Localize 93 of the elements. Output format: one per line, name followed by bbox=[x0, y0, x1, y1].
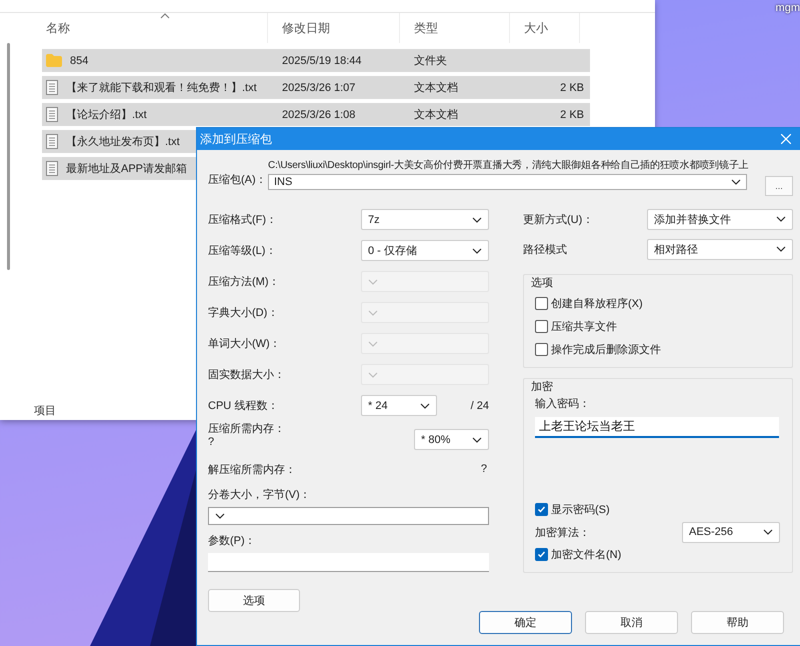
file-type: 文件夹 bbox=[413, 54, 448, 68]
column-header[interactable]: 修改日期 bbox=[268, 13, 400, 43]
dropdown[interactable]: * 24 bbox=[361, 395, 437, 416]
dialog-title: 添加到压缩包 bbox=[200, 130, 272, 148]
checkbox[interactable] bbox=[535, 343, 548, 356]
document-icon bbox=[46, 80, 58, 95]
field-label: 单词大小(W)： bbox=[208, 337, 282, 351]
checkbox-label: 创建自释放程序(X) bbox=[551, 296, 643, 311]
password-field[interactable]: 上老王论坛当老王 bbox=[535, 417, 779, 438]
chevron-icon bbox=[776, 216, 786, 222]
archive-path: C:\Users\liuxi\Desktop\insgirl-大美女高价付费开票直播大秀，清纯大眼御姐各种给自己插的狂喷水都喷到镜子上 bbox=[268, 158, 750, 172]
file-name: 854 bbox=[69, 54, 88, 66]
memory-value: ? bbox=[208, 436, 216, 448]
chevron-icon bbox=[472, 216, 482, 222]
file-name: 【永久地址发布页】.txt bbox=[65, 134, 180, 149]
checkbox-label: 加密文件名(N) bbox=[551, 548, 622, 562]
field-label: 压缩格式(F)： bbox=[208, 212, 278, 227]
file-type: 文本文档 bbox=[413, 80, 459, 95]
dropdown[interactable]: 0 - 仅存储 bbox=[361, 240, 489, 261]
chevron-icon bbox=[368, 340, 378, 346]
dialog-button[interactable]: 帮助 bbox=[691, 611, 784, 634]
dialog-button[interactable]: 取消 bbox=[585, 611, 678, 634]
archive-name-combobox[interactable]: INS bbox=[268, 174, 747, 190]
chevron-icon bbox=[368, 372, 378, 378]
file-date: 2025/3/26 1:08 bbox=[281, 108, 356, 120]
field-label: 更新方式(U)： bbox=[523, 212, 594, 226]
checkbox[interactable] bbox=[535, 320, 548, 333]
document-icon bbox=[46, 161, 58, 176]
volume-size-dropdown[interactable] bbox=[208, 507, 489, 525]
checkbox[interactable] bbox=[535, 503, 548, 516]
chevron-icon bbox=[472, 248, 482, 254]
options-button[interactable]: 选项 bbox=[208, 589, 300, 612]
chevron-icon bbox=[368, 278, 378, 284]
browse-button[interactable]: ... bbox=[765, 176, 793, 196]
document-icon bbox=[46, 107, 58, 122]
file-name: 【来了就能下载和观看！纯免费！】.txt bbox=[65, 80, 257, 95]
scrollbar[interactable] bbox=[7, 43, 10, 270]
field-label: 解压缩所需内存： bbox=[208, 462, 296, 476]
chevron-icon bbox=[776, 246, 786, 252]
dropdown[interactable]: AES-256 bbox=[682, 522, 780, 542]
field-label: 路径模式 bbox=[523, 242, 568, 256]
file-row[interactable]: 854 2025/5/19 18:44 文件夹 bbox=[42, 49, 590, 72]
chevron-icon bbox=[215, 513, 225, 519]
field-label: 固实数据大小： bbox=[208, 368, 286, 382]
dropdown[interactable]: * 80% bbox=[414, 429, 489, 450]
file-type: 文本文档 bbox=[413, 108, 459, 122]
field-label: 压缩所需内存： bbox=[208, 422, 286, 436]
field-label: CPU 线程数： bbox=[208, 399, 280, 413]
column-header[interactable]: 名称 bbox=[32, 13, 268, 43]
column-header[interactable]: 大小 bbox=[510, 13, 580, 43]
field-label: 分卷大小，字节(V)： bbox=[208, 488, 312, 502]
thread-count: / 24 bbox=[470, 400, 489, 412]
chevron-icon bbox=[420, 402, 430, 408]
dialog-button[interactable]: 确定 bbox=[479, 611, 572, 634]
chevron-icon bbox=[763, 529, 773, 535]
file-date: 2025/5/19 18:44 bbox=[281, 54, 363, 66]
field-label: 输入密码： bbox=[535, 396, 591, 411]
file-row[interactable]: 【来了就能下载和观看！纯免费！】.txt 2025/3/26 1:07 文本文档 2 KB bbox=[42, 76, 590, 99]
group-title: 选项 bbox=[531, 276, 554, 290]
sort-caret-icon bbox=[160, 13, 170, 19]
file-name: 最新地址及APP请发邮箱 bbox=[65, 162, 188, 176]
file-name: 【论坛介绍】.txt bbox=[65, 108, 147, 122]
checkbox[interactable] bbox=[535, 548, 548, 561]
file-row[interactable]: 【论坛介绍】.txt 2025/3/26 1:08 文本文档 2 KB bbox=[42, 103, 590, 126]
checkmark-icon bbox=[537, 550, 546, 559]
dropdown[interactable]: 7z bbox=[361, 209, 489, 230]
checkbox[interactable] bbox=[535, 297, 548, 310]
file-size: 2 KB bbox=[559, 82, 585, 94]
column-header[interactable]: 类型 bbox=[400, 13, 510, 43]
checkmark-icon bbox=[537, 505, 546, 514]
document-icon bbox=[46, 134, 58, 149]
parameters-field[interactable] bbox=[208, 553, 489, 572]
checkbox-label: 操作完成后删除源文件 bbox=[551, 342, 661, 357]
field-label: 参数(P)： bbox=[208, 534, 257, 548]
field-label: 字典大小(D)： bbox=[208, 306, 280, 320]
field-label: 压缩等级(L)： bbox=[208, 244, 278, 258]
field-label: 加密算法： bbox=[535, 526, 590, 540]
dropdown[interactable]: 添加并替换文件 bbox=[647, 208, 793, 230]
close-icon[interactable] bbox=[781, 134, 791, 144]
file-date: 2025/3/26 1:07 bbox=[281, 82, 356, 94]
file-size: 2 KB bbox=[559, 108, 585, 120]
group-title: 加密 bbox=[531, 380, 554, 394]
field-label: 压缩包(A)： bbox=[208, 172, 264, 188]
checkbox-label: 压缩共享文件 bbox=[551, 320, 617, 334]
chevron-icon bbox=[472, 436, 482, 442]
memory-value: ? bbox=[480, 463, 487, 475]
folder-icon bbox=[46, 54, 62, 67]
checkbox-label: 显示密码(S) bbox=[551, 502, 610, 517]
field-label: 压缩方法(M)： bbox=[208, 274, 280, 289]
dropdown[interactable]: 相对路径 bbox=[647, 238, 793, 260]
chevron-icon bbox=[368, 310, 378, 316]
chevron-icon bbox=[731, 179, 741, 185]
status-text: 项目 bbox=[33, 404, 56, 419]
